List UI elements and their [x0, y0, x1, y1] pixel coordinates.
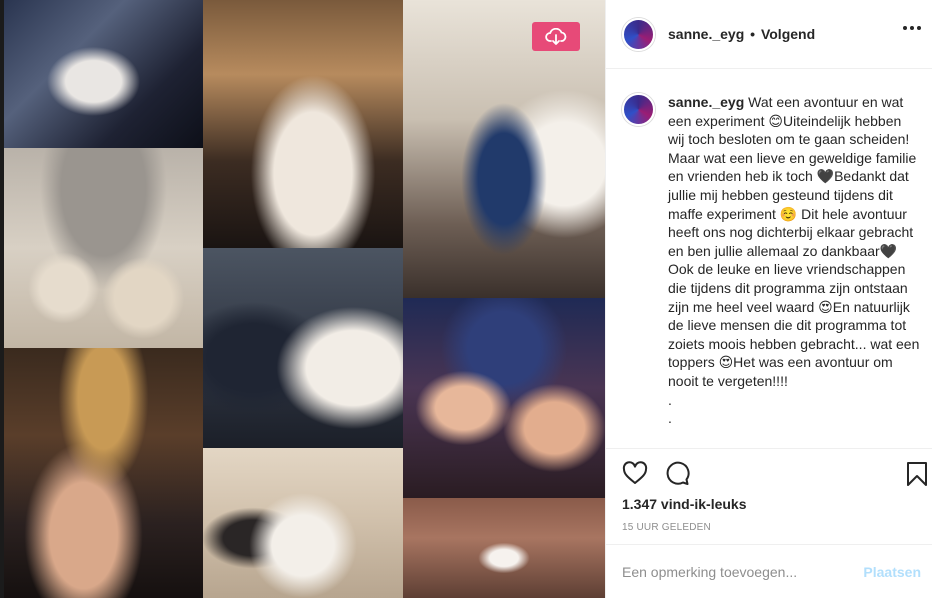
avatar[interactable]	[622, 17, 655, 51]
post-actions: 1.347 vind-ik-leuks 15 UUR GELEDEN Plaat…	[606, 448, 932, 598]
comment-input[interactable]	[622, 564, 862, 580]
comments-section: sanne._eyg Wat een avontuur en wat een e…	[606, 70, 932, 448]
instagram-post: sanne._eyg • Volgend sanne._eyg Wat een …	[0, 0, 932, 598]
caption-comment: sanne._eyg Wat een avontuur en wat een e…	[622, 93, 921, 428]
action-icons	[622, 461, 927, 489]
header-separator: •	[750, 26, 756, 42]
post-timestamp[interactable]: 15 UUR GELEDEN	[622, 522, 711, 533]
header-text: sanne._eyg • Volgend	[668, 26, 815, 42]
post-header: sanne._eyg • Volgend	[606, 0, 932, 69]
post-sidebar: sanne._eyg • Volgend sanne._eyg Wat een …	[605, 0, 932, 598]
caption-body: sanne._eyg Wat een avontuur en wat een e…	[668, 93, 921, 428]
likes-count[interactable]: 1.347 vind-ik-leuks	[622, 496, 747, 512]
photo-dress-shop	[203, 448, 403, 598]
caption-text: Wat een avontuur en wat een experiment 😊…	[668, 94, 920, 389]
photo-dress-back	[203, 0, 403, 248]
cloud-download-icon	[545, 27, 567, 45]
add-comment-bar: Plaatsen	[606, 544, 932, 599]
heart-icon[interactable]	[622, 461, 648, 485]
caption-trailing-dot-1: .	[668, 391, 672, 408]
photo-bride-dancing	[4, 0, 203, 148]
photo-bride-hall	[403, 498, 605, 598]
photo-party-guests	[403, 298, 605, 498]
header-username[interactable]: sanne._eyg	[668, 26, 744, 42]
more-horizontal-icon[interactable]	[903, 26, 921, 30]
post-media-collage[interactable]	[0, 0, 605, 598]
download-button[interactable]	[532, 22, 580, 51]
photo-wedding-cake	[4, 148, 203, 348]
post-comment-button[interactable]: Plaatsen	[863, 564, 921, 580]
caption-trailing-dot-2: .	[668, 410, 672, 427]
photo-dance-floor	[4, 348, 203, 598]
follow-status-button[interactable]: Volgend	[761, 26, 815, 42]
comment-icon[interactable]	[664, 461, 690, 487]
caption-username[interactable]: sanne._eyg	[668, 94, 744, 110]
photo-couple-toast	[203, 248, 403, 448]
caption-avatar[interactable]	[622, 93, 655, 126]
bookmark-icon[interactable]	[906, 461, 928, 487]
